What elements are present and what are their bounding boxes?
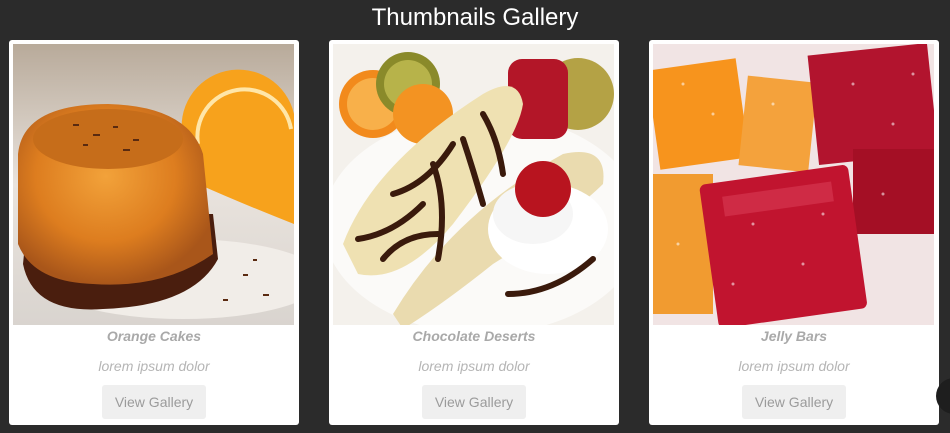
view-gallery-button[interactable]: View Gallery — [102, 385, 206, 419]
view-gallery-button[interactable]: View Gallery — [422, 385, 526, 419]
gallery-card-chocolate-deserts: Chocolate Deserts lorem ipsum dolor View… — [329, 40, 619, 425]
orange-cake-image — [13, 44, 294, 325]
jelly-bars-image — [653, 44, 934, 325]
card-title: Orange Cakes — [106, 328, 202, 344]
gallery-card-jelly-bars: Jelly Bars lorem ipsum dolor View Galler… — [649, 40, 939, 425]
banana-chocolate-dessert-image — [333, 44, 614, 325]
card-description: lorem ipsum dolor — [98, 358, 210, 374]
card-title: Chocolate Deserts — [412, 328, 536, 344]
view-gallery-button[interactable]: View Gallery — [742, 385, 846, 419]
page-title: Thumbnails Gallery — [371, 4, 579, 31]
card-description: lorem ipsum dolor — [418, 358, 530, 374]
gallery-card-orange-cakes: Orange Cakes lorem ipsum dolor View Gall… — [9, 40, 299, 425]
card-description: lorem ipsum dolor — [738, 358, 850, 374]
card-title: Jelly Bars — [760, 328, 828, 344]
